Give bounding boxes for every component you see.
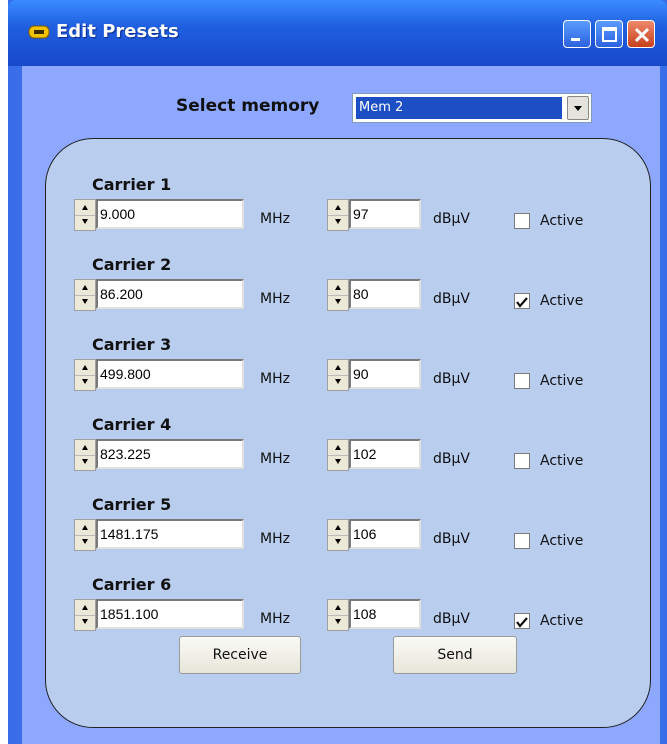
frequency-unit: MHz bbox=[260, 531, 290, 547]
spinner-down-icon[interactable] bbox=[328, 215, 348, 230]
frequency-spinner[interactable] bbox=[74, 279, 96, 311]
carrier-label: Carrier 2 bbox=[92, 255, 172, 274]
spinner-down-icon[interactable] bbox=[328, 455, 348, 470]
frequency-unit: MHz bbox=[260, 451, 290, 467]
dropdown-arrow-button[interactable] bbox=[567, 96, 589, 120]
spinner-down-icon[interactable] bbox=[328, 295, 348, 310]
close-icon bbox=[634, 27, 650, 43]
spinner-down-icon[interactable] bbox=[75, 535, 95, 550]
active-label: Active bbox=[540, 533, 584, 549]
level-unit: dBµV bbox=[433, 611, 470, 627]
spinner-up-icon[interactable] bbox=[328, 600, 348, 616]
spinner-down-icon[interactable] bbox=[328, 375, 348, 390]
active-label: Active bbox=[540, 453, 584, 469]
level-field[interactable]: 80 bbox=[349, 279, 421, 309]
carrier-label: Carrier 4 bbox=[92, 415, 172, 434]
spinner-up-icon[interactable] bbox=[328, 520, 348, 536]
carrier-label: Carrier 3 bbox=[92, 335, 172, 354]
memory-select-value: Mem 2 bbox=[356, 97, 562, 119]
active-checkbox[interactable] bbox=[514, 533, 530, 549]
active-label: Active bbox=[540, 613, 584, 629]
level-unit: dBµV bbox=[433, 451, 470, 467]
spinner-up-icon[interactable] bbox=[75, 440, 95, 456]
frequency-spinner[interactable] bbox=[74, 519, 96, 551]
minimize-icon bbox=[571, 38, 580, 41]
spinner-down-icon[interactable] bbox=[75, 455, 95, 470]
spinner-up-icon[interactable] bbox=[75, 280, 95, 296]
frequency-spinner[interactable] bbox=[74, 439, 96, 471]
level-unit: dBµV bbox=[433, 531, 470, 547]
checkmark-icon bbox=[516, 297, 528, 308]
frequency-field[interactable]: 823.225 bbox=[96, 439, 244, 469]
spinner-up-icon[interactable] bbox=[75, 520, 95, 536]
spinner-down-icon[interactable] bbox=[75, 215, 95, 230]
checkmark-icon bbox=[516, 617, 528, 628]
close-button[interactable] bbox=[627, 20, 655, 48]
spinner-up-icon[interactable] bbox=[328, 280, 348, 296]
minimize-button[interactable] bbox=[563, 20, 591, 48]
level-spinner[interactable] bbox=[327, 359, 349, 391]
frequency-unit: MHz bbox=[260, 291, 290, 307]
level-unit: dBµV bbox=[433, 291, 470, 307]
level-field[interactable]: 97 bbox=[349, 199, 421, 229]
level-unit: dBµV bbox=[433, 371, 470, 387]
spinner-up-icon[interactable] bbox=[75, 360, 95, 376]
level-field[interactable]: 102 bbox=[349, 439, 421, 469]
level-spinner[interactable] bbox=[327, 439, 349, 471]
frequency-field[interactable]: 86.200 bbox=[96, 279, 244, 309]
frequency-unit: MHz bbox=[260, 611, 290, 627]
active-label: Active bbox=[540, 373, 584, 389]
active-checkbox[interactable] bbox=[514, 453, 530, 469]
app-icon bbox=[28, 25, 50, 39]
frequency-field[interactable]: 9.000 bbox=[96, 199, 244, 229]
level-field[interactable]: 90 bbox=[349, 359, 421, 389]
carrier-label: Carrier 1 bbox=[92, 175, 172, 194]
frequency-unit: MHz bbox=[260, 371, 290, 387]
maximize-icon bbox=[602, 27, 617, 42]
select-memory-label: Select memory bbox=[176, 96, 320, 116]
maximize-button[interactable] bbox=[595, 20, 623, 48]
window-title: Edit Presets bbox=[56, 21, 179, 42]
level-field[interactable]: 108 bbox=[349, 599, 421, 629]
frequency-unit: MHz bbox=[260, 211, 290, 227]
carriers-panel: Carrier 1 9.000 MHz 97 dBµV Active Carri… bbox=[45, 138, 651, 728]
level-field[interactable]: 106 bbox=[349, 519, 421, 549]
spinner-up-icon[interactable] bbox=[328, 200, 348, 216]
active-label: Active bbox=[540, 293, 584, 309]
spinner-up-icon[interactable] bbox=[75, 600, 95, 616]
frequency-field[interactable]: 1851.100 bbox=[96, 599, 244, 629]
active-checkbox[interactable] bbox=[514, 293, 530, 309]
send-button[interactable]: Send bbox=[393, 636, 517, 674]
level-spinner[interactable] bbox=[327, 199, 349, 231]
level-spinner[interactable] bbox=[327, 599, 349, 631]
level-spinner[interactable] bbox=[327, 519, 349, 551]
chevron-down-icon bbox=[574, 106, 582, 111]
carrier-label: Carrier 5 bbox=[92, 495, 172, 514]
active-checkbox[interactable] bbox=[514, 613, 530, 629]
spinner-down-icon[interactable] bbox=[75, 375, 95, 390]
frequency-spinner[interactable] bbox=[74, 359, 96, 391]
edit-presets-window: Edit Presets Select memory Mem 2 Carrier… bbox=[8, 0, 667, 744]
spinner-down-icon[interactable] bbox=[328, 615, 348, 630]
window-client-area: Select memory Mem 2 Carrier 1 9.000 MHz … bbox=[22, 66, 660, 744]
spinner-up-icon[interactable] bbox=[328, 360, 348, 376]
active-label: Active bbox=[540, 213, 584, 229]
spinner-down-icon[interactable] bbox=[328, 535, 348, 550]
receive-button[interactable]: Receive bbox=[179, 636, 301, 674]
frequency-spinner[interactable] bbox=[74, 199, 96, 231]
spinner-down-icon[interactable] bbox=[75, 295, 95, 310]
frequency-field[interactable]: 499.800 bbox=[96, 359, 244, 389]
level-spinner[interactable] bbox=[327, 279, 349, 311]
memory-select[interactable]: Mem 2 bbox=[352, 93, 592, 123]
carrier-label: Carrier 6 bbox=[92, 575, 172, 594]
active-checkbox[interactable] bbox=[514, 213, 530, 229]
frequency-field[interactable]: 1481.175 bbox=[96, 519, 244, 549]
spinner-up-icon[interactable] bbox=[328, 440, 348, 456]
level-unit: dBµV bbox=[433, 211, 470, 227]
spinner-up-icon[interactable] bbox=[75, 200, 95, 216]
spinner-down-icon[interactable] bbox=[75, 615, 95, 630]
active-checkbox[interactable] bbox=[514, 373, 530, 389]
title-bar[interactable]: Edit Presets bbox=[8, 0, 667, 66]
frequency-spinner[interactable] bbox=[74, 599, 96, 631]
